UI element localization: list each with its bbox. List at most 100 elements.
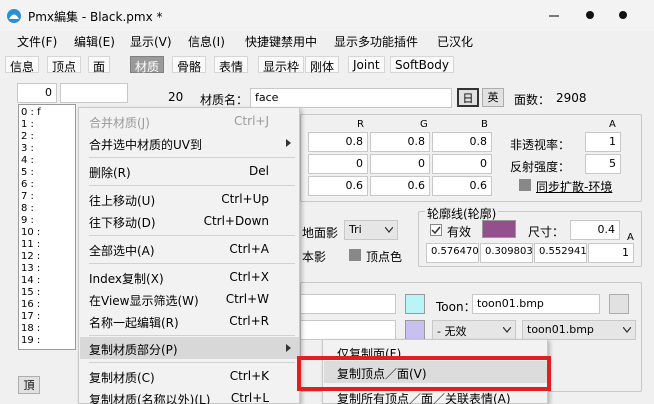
diffuse-r[interactable]: 0.8 [308,132,368,152]
list-item[interactable]: 13 : [19,263,75,275]
tab-morph[interactable]: 表情 [214,56,249,74]
chevron-down-icon [385,227,393,233]
list-item[interactable]: 14 : [19,275,75,287]
menu-view-filter[interactable]: 在View显示筛选(W) Ctrl+W [80,288,299,310]
menu-info[interactable]: 信息(I) [188,33,225,49]
menu-view[interactable]: 显示(V) [130,33,172,49]
menu-item-shortcut: Ctrl+X [229,270,269,284]
material-name-field[interactable]: face [250,88,452,108]
menu-separator [89,235,295,236]
outline-b-field[interactable]: 0.552941 [534,243,587,263]
list-item[interactable]: 0 : f [19,107,75,119]
sync-label[interactable]: 同步扩散-环境 [536,178,612,195]
menu-move-up[interactable]: 往上移动(U) Ctrl+Up [80,188,299,210]
chevron-down-icon [503,327,511,333]
menu-merge-uv[interactable]: 合并选中材质的UV到 [80,132,299,154]
sync-checkbox[interactable] [519,179,531,191]
material-list[interactable]: 0 : f 1 : 2 : 3 : 4 : 5 : 6 : 7 : 8 : 9 … [18,104,76,350]
header-a: A [609,119,616,130]
sphere-field[interactable] [300,320,396,340]
opacity-field[interactable]: 1 [585,132,621,152]
menu-edit[interactable]: 编辑(E) [74,33,115,49]
menu-localized[interactable]: 已汉化 [437,33,473,49]
menu-item-label: 全部选中(A) [89,244,155,258]
menu-batch-rename[interactable]: 名称一起编辑(R) Ctrl+R [80,310,299,332]
tab-bone[interactable]: 骨骼 [172,56,207,74]
list-item[interactable]: 19 : [19,335,75,347]
face-count-label: 面数： [514,93,551,107]
header-g: G [420,119,428,130]
tab-rigidbody[interactable]: 刚体 [305,56,340,74]
maximize-button[interactable] [575,4,605,26]
list-item[interactable]: 17 : [19,311,75,323]
tab-vertex[interactable]: 顶点 [47,56,82,74]
tab-joint[interactable]: Joint [348,56,385,73]
menu-copy-material-except-name[interactable]: 复制材质(名称以外)(L) Ctrl+L [80,387,299,404]
sphere-mode-value: - 无效 [437,325,467,338]
menu-file[interactable]: 文件(F) [17,33,57,49]
list-item[interactable]: 3 : [19,143,75,155]
outline-a-field[interactable]: 1 [588,243,634,263]
toon-field[interactable]: toon01.bmp [472,294,600,314]
menu-plugins[interactable]: 显示多功能插件 [334,33,418,49]
minimize-button[interactable] [539,4,569,26]
list-item[interactable]: 5 : [19,167,75,179]
ambient-g[interactable]: 0.6 [370,176,430,196]
list-item[interactable]: 8 : [19,203,75,215]
jp-button[interactable]: 日 [457,88,479,107]
menu-copy-material[interactable]: 复制材质(C) Ctrl+K [80,365,299,387]
menu-select-all[interactable]: 全部选中(A) Ctrl+A [80,238,299,260]
sphere-color-swatch[interactable] [405,320,425,340]
menu-shortcut-disabled[interactable]: 快捷键禁用中 [245,33,317,49]
list-item[interactable]: 9 : [19,215,75,227]
list-item[interactable]: 11 : [19,239,75,251]
outline-r-field[interactable]: 0.576470 [426,243,479,263]
menu-index-copy[interactable]: Index复制(X) Ctrl+X [80,266,299,288]
vertex-color-checkbox[interactable] [349,249,361,261]
list-item[interactable]: 18 : [19,323,75,335]
toon-browse-button[interactable] [609,294,629,314]
list-item[interactable]: 7 : [19,191,75,203]
tri-select[interactable]: Tri [344,220,398,240]
close-button[interactable] [608,4,638,26]
ambient-r[interactable]: 0.6 [308,176,368,196]
list-item[interactable]: 16 : [19,299,75,311]
list-item[interactable]: 12 : [19,251,75,263]
menu-merge-material[interactable]: 合并材质(J) Ctrl+J [80,110,299,132]
reflect-field[interactable]: 5 [585,154,621,174]
tab-material[interactable]: 材质 [130,56,165,74]
specular-r[interactable]: 0 [308,154,368,174]
diffuse-b[interactable]: 0.8 [432,132,492,152]
outline-g-field[interactable]: 0.309803 [480,243,533,263]
tab-info[interactable]: 信息 [5,56,40,74]
menu-move-down[interactable]: 往下移动(D) Ctrl+Down [80,210,299,232]
tab-softbody[interactable]: SoftBody [390,56,454,73]
list-item[interactable]: 2 : [19,131,75,143]
menu-separator [89,157,295,158]
name-filter-field[interactable] [60,83,128,103]
tab-display-frame[interactable]: 显示枠 [258,56,305,74]
toon-color-swatch[interactable] [405,294,425,314]
list-item[interactable]: 1 : [19,119,75,131]
specular-b[interactable]: 0 [432,154,492,174]
list-item[interactable]: 4 : [19,155,75,167]
list-item[interactable]: 15 : [19,287,75,299]
outline-valid-checkbox[interactable] [430,224,442,236]
specular-g[interactable]: 0 [370,154,430,174]
menu-copy-material-part[interactable]: 复制材质部分(P) [80,337,299,359]
list-item[interactable]: 6 : [19,179,75,191]
index-field[interactable]: 0 [17,83,57,103]
outline-color-swatch[interactable] [482,220,516,238]
list-item[interactable]: 10 : [19,227,75,239]
texture-field[interactable] [300,294,396,314]
menu-delete[interactable]: 删除(R) Del [80,160,299,182]
tab-face[interactable]: 面 [88,56,111,74]
en-button[interactable]: 英 [482,88,504,107]
menu-item-label: 合并选中材质的UV到 [89,138,202,152]
outline-size-field[interactable]: 0.4 [570,220,620,240]
diffuse-g[interactable]: 0.8 [370,132,430,152]
toon-select[interactable]: toon01.bmp [522,320,636,340]
top-button[interactable]: 頂 [18,376,40,394]
sphere-mode-select[interactable]: - 无效 [432,320,516,340]
ambient-b[interactable]: 0.6 [432,176,492,196]
